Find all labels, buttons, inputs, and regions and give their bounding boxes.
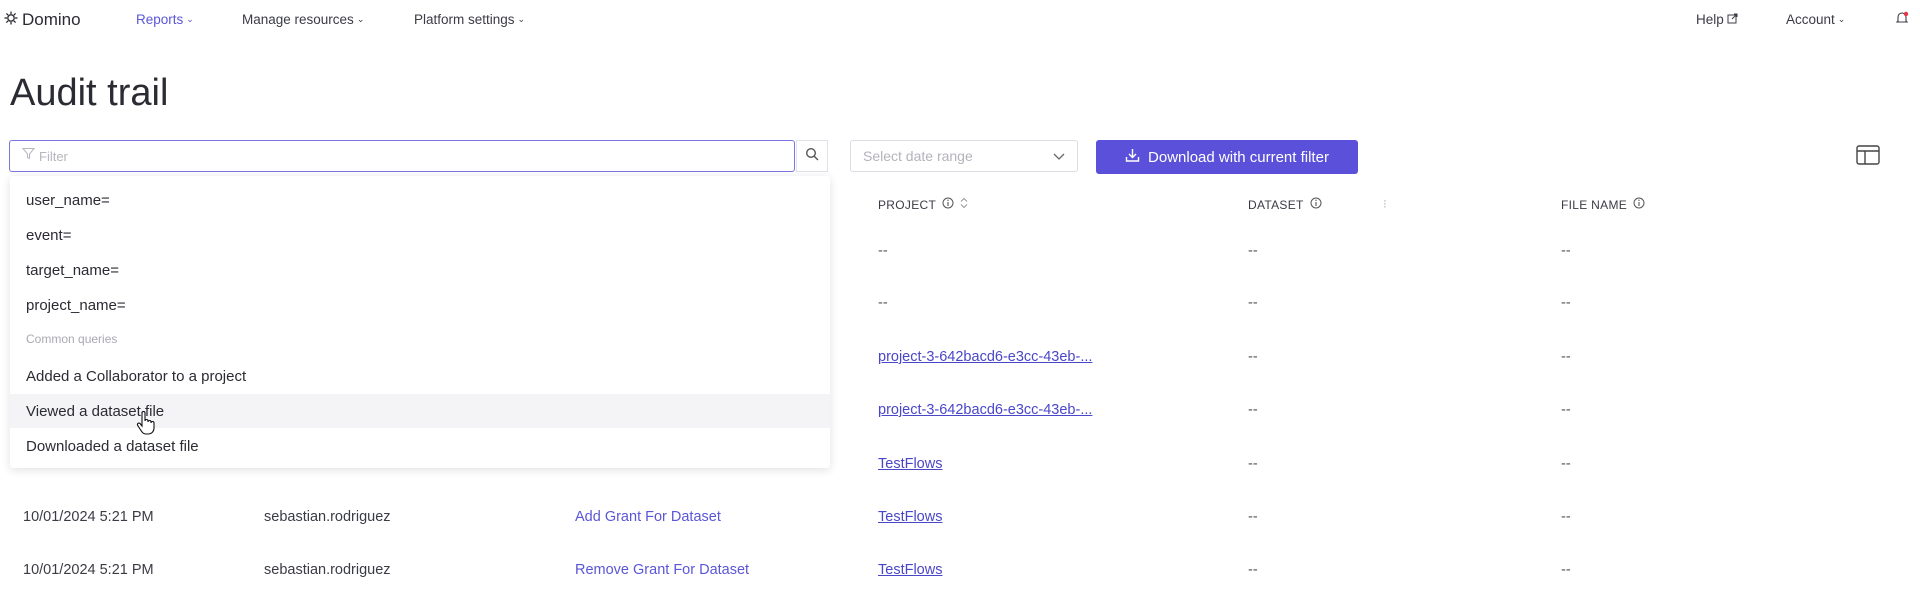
info-icon (1633, 197, 1645, 212)
table-cell-dataset: -- (1248, 349, 1258, 365)
table-cell-dataset: -- (1248, 402, 1258, 418)
table-cell-project: -- (878, 295, 888, 311)
search-button[interactable] (796, 140, 828, 172)
query-viewed-dataset-file[interactable]: Viewed a dataset file (10, 394, 830, 428)
table-cell-dataset: -- (1248, 295, 1258, 311)
filter-input[interactable] (35, 147, 741, 165)
table-cell-project: -- (878, 243, 888, 259)
table-cell-file: -- (1561, 243, 1571, 259)
date-range-select[interactable]: Select date range (850, 140, 1078, 172)
filter-option-event[interactable]: event= (10, 218, 830, 252)
table-cell-project-link[interactable]: project-3-642bacd6-e3cc-43eb-... (878, 349, 1092, 365)
table-cell-project-link[interactable]: TestFlows (878, 562, 942, 578)
table-cell-project-link[interactable]: TestFlows (878, 509, 942, 525)
table-cell-user: sebastian.rodriguez (264, 509, 391, 525)
table-cell-dataset: -- (1248, 509, 1258, 525)
filter-funnel-icon (21, 147, 36, 165)
filter-option-project-name[interactable]: project_name= (10, 288, 830, 322)
download-button-label: Download with current filter (1148, 148, 1329, 166)
nav-account-label: Account (1786, 12, 1835, 27)
table-cell-dataset: -- (1248, 456, 1258, 472)
filter-input-wrapper[interactable] (9, 140, 795, 172)
table-cell-date: 10/01/2024 5:21 PM (23, 509, 154, 525)
brand-name: Domino (22, 10, 81, 29)
brand-logo[interactable]: Domino (4, 10, 81, 30)
chevron-down-icon: ⌄ (517, 14, 526, 24)
chevron-down-icon: ⌄ (186, 14, 194, 24)
download-button[interactable]: Download with current filter (1096, 140, 1358, 174)
table-cell-dataset: -- (1248, 243, 1258, 259)
external-link-icon (1727, 12, 1738, 27)
date-range-placeholder: Select date range (863, 148, 973, 164)
chevron-down-icon (1053, 148, 1065, 164)
gear-icon (4, 10, 18, 30)
table-cell-event-link[interactable]: Remove Grant For Dataset (575, 562, 749, 578)
hand-cursor-icon (136, 411, 156, 440)
nav-reports-label: Reports (136, 12, 184, 27)
notifications-bell-icon[interactable] (1895, 11, 1909, 25)
nav-help[interactable]: Help (1696, 12, 1738, 27)
table-cell-file: -- (1561, 402, 1571, 418)
info-icon (942, 197, 954, 212)
table-cell-file: -- (1561, 509, 1571, 525)
nav-manage-resources-label: Manage resources (242, 12, 354, 27)
filter-suggestions-dropdown: user_name= event= target_name= project_n… (10, 176, 830, 468)
sort-icon (960, 197, 968, 212)
dataset-header-label: DATASET (1248, 197, 1304, 212)
table-cell-project-link[interactable]: project-3-642bacd6-e3cc-43eb-... (878, 402, 1092, 418)
page-title: Audit trail (10, 72, 169, 114)
file-name-header-label: FILE NAME (1561, 197, 1628, 212)
column-layout-icon[interactable] (1856, 145, 1880, 167)
info-icon (1310, 197, 1322, 212)
query-added-collaborator[interactable]: Added a Collaborator to a project (10, 359, 830, 393)
nav-help-label: Help (1696, 12, 1724, 27)
download-icon (1125, 148, 1140, 167)
column-resize-handle[interactable]: ⁝ (1383, 197, 1387, 211)
chevron-down-icon: ⌄ (356, 14, 365, 24)
project-header-label: PROJECT (878, 197, 937, 212)
nav-platform-settings-label: Platform settings (414, 12, 515, 27)
column-header-dataset[interactable]: DATASET (1248, 197, 1322, 212)
nav-account[interactable]: Account ⌄ (1786, 12, 1845, 27)
chevron-down-icon: ⌄ (1837, 14, 1846, 24)
top-nav: Domino Reports ⌄ Manage resources ⌄ Plat… (0, 0, 1920, 40)
common-queries-header: Common queries (26, 332, 118, 346)
table-cell-file: -- (1561, 562, 1571, 578)
nav-platform-settings[interactable]: Platform settings ⌄ (414, 12, 525, 27)
column-header-file-name[interactable]: FILE NAME (1561, 197, 1645, 212)
table-cell-file: -- (1561, 295, 1571, 311)
nav-reports[interactable]: Reports ⌄ (136, 12, 194, 27)
filter-option-target-name[interactable]: target_name= (10, 253, 830, 287)
table-cell-project-link[interactable]: TestFlows (878, 456, 942, 472)
nav-manage-resources[interactable]: Manage resources ⌄ (242, 12, 364, 27)
table-cell-file: -- (1561, 456, 1571, 472)
column-header-project[interactable]: PROJECT (878, 197, 968, 212)
table-cell-user: sebastian.rodriguez (264, 562, 391, 578)
query-downloaded-dataset-file[interactable]: Downloaded a dataset file (10, 429, 830, 463)
table-cell-date: 10/01/2024 5:21 PM (23, 562, 154, 578)
table-cell-file: -- (1561, 349, 1571, 365)
filter-option-user-name[interactable]: user_name= (10, 183, 830, 217)
search-icon (805, 147, 819, 166)
table-cell-dataset: -- (1248, 562, 1258, 578)
table-cell-event-link[interactable]: Add Grant For Dataset (575, 509, 721, 525)
